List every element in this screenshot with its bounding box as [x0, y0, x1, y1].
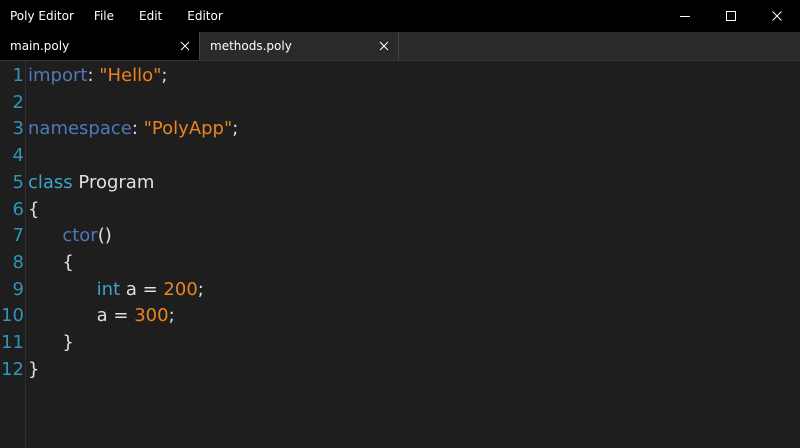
- code-line[interactable]: 10 a = 300;: [0, 303, 800, 330]
- app-title: Poly Editor: [10, 9, 74, 23]
- tab-methods-poly[interactable]: methods.poly: [200, 32, 399, 60]
- code-token: 200: [163, 278, 198, 300]
- code-token: ;: [232, 118, 239, 140]
- code-token: "PolyApp": [143, 118, 233, 140]
- code-token: ;: [168, 305, 175, 327]
- line-number: 8: [12, 251, 24, 273]
- code-line[interactable]: 9 int a = 200;: [0, 277, 800, 304]
- line-number: 1: [12, 65, 24, 86]
- close-window-button[interactable]: [754, 0, 800, 32]
- code-token: import: [28, 65, 88, 86]
- line-code: import: "Hello";: [28, 63, 168, 90]
- line-number: 9: [12, 278, 24, 300]
- line-code: namespace: "PolyApp";: [28, 116, 238, 143]
- code-token: :: [87, 65, 100, 86]
- line-code: {: [28, 250, 74, 277]
- tab-label: methods.poly: [210, 39, 292, 53]
- code-line[interactable]: 3 namespace: "PolyApp";: [0, 116, 800, 143]
- menu-edit[interactable]: Edit: [139, 9, 162, 23]
- line-code: ctor(): [28, 223, 112, 250]
- minimize-button[interactable]: [662, 0, 708, 32]
- code-line[interactable]: 11 }: [0, 330, 800, 357]
- line-number: 2: [12, 91, 24, 113]
- tab-close-icon[interactable]: [179, 40, 191, 52]
- maximize-button[interactable]: [708, 0, 754, 32]
- line-number: 12: [1, 358, 24, 380]
- line-number: 3: [12, 118, 24, 140]
- code-line[interactable]: 12}: [0, 357, 800, 384]
- line-number: 5: [12, 171, 24, 193]
- line-code: }: [28, 357, 39, 384]
- line-number: 11: [1, 332, 24, 353]
- code-token: }: [28, 332, 74, 353]
- code-token: {: [28, 251, 74, 273]
- code-line[interactable]: 8 {: [0, 250, 800, 277]
- code-token: {: [28, 198, 40, 220]
- window-controls: [662, 0, 800, 32]
- code-token: class: [28, 171, 73, 193]
- code-token: a =: [120, 278, 164, 300]
- code-token: ;: [161, 65, 168, 86]
- tab-main-poly[interactable]: main.poly: [0, 32, 200, 60]
- minimize-icon: [680, 16, 690, 17]
- line-code: {: [28, 197, 39, 224]
- line-code: }: [28, 330, 74, 357]
- line-code: a = 300;: [28, 303, 175, 330]
- code-editor[interactable]: 1 import: "Hello"; 2 3 namespace: "PolyApp";…: [0, 61, 800, 448]
- code-token: int: [96, 278, 121, 300]
- menu-editor[interactable]: Editor: [187, 9, 223, 23]
- line-code: class Program: [28, 170, 154, 197]
- code-line[interactable]: 6{: [0, 197, 800, 224]
- code-line[interactable]: 1 import: "Hello";: [0, 63, 800, 90]
- close-icon: [772, 11, 782, 21]
- code-token: ;: [197, 278, 204, 300]
- tab-label: main.poly: [10, 39, 70, 53]
- editor-window: Poly Editor File Edit Editor main.poly m…: [0, 0, 800, 448]
- code-line[interactable]: 7 ctor(): [0, 223, 800, 250]
- tab-bar: main.poly methods.poly: [0, 32, 800, 61]
- line-code: int a = 200;: [28, 277, 204, 304]
- code-token: Program: [72, 171, 155, 193]
- title-bar: Poly Editor File Edit Editor: [0, 0, 800, 32]
- code-token: 300: [134, 305, 169, 327]
- maximize-icon: [726, 11, 736, 21]
- code-token: :: [131, 118, 144, 140]
- line-number: 10: [1, 305, 24, 327]
- code-line[interactable]: 4: [0, 143, 800, 170]
- code-token: (): [97, 225, 112, 247]
- code-line[interactable]: 2: [0, 90, 800, 117]
- menu-file[interactable]: File: [94, 9, 114, 23]
- line-number: 4: [12, 145, 24, 167]
- code-token: a =: [28, 305, 135, 327]
- code-token: namespace: [28, 118, 132, 140]
- code-token: ctor: [62, 225, 98, 247]
- code-token: "Hello": [99, 65, 162, 86]
- code-token: }: [28, 358, 40, 380]
- code-line[interactable]: 5 class Program: [0, 170, 800, 197]
- line-number: 7: [12, 225, 24, 247]
- tab-close-icon[interactable]: [378, 40, 390, 52]
- line-number: 6: [12, 198, 24, 220]
